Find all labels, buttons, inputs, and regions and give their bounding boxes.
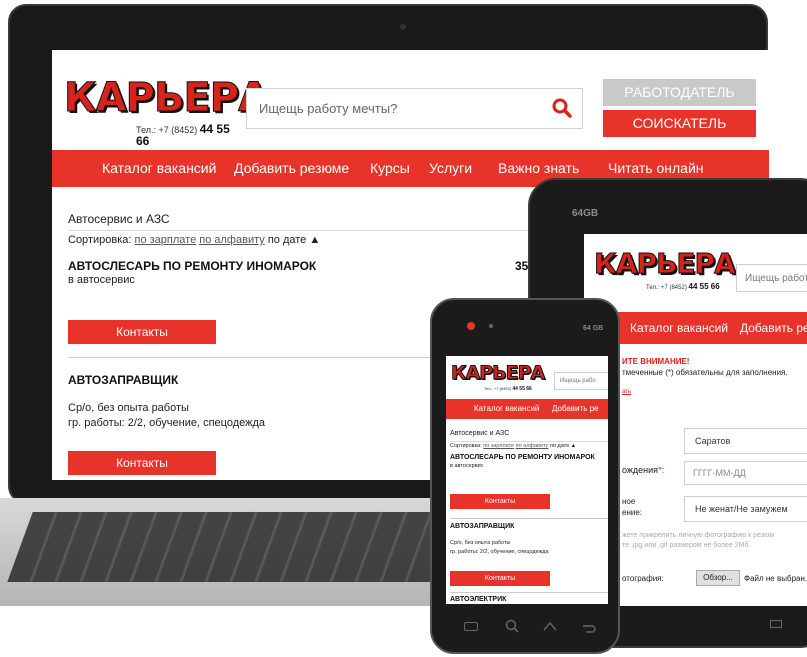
phone-job-line-2a: Ср/о, без опыта работы: [450, 540, 511, 546]
browse-button[interactable]: Обзор...: [696, 570, 740, 586]
tablet-logo[interactable]: КАРЬЕРА: [594, 249, 737, 278]
nav-item-add-resume[interactable]: Добавить резюме: [234, 160, 349, 176]
search-icon[interactable]: [552, 98, 572, 118]
job-title-1[interactable]: АВТОСЛЕСАРЬ ПО РЕМОНТУ ИНОМАРОК: [68, 259, 316, 273]
nav-item-catalog[interactable]: Каталог вакансий: [102, 160, 216, 176]
phone-job-subtitle-1: в автосервис: [450, 463, 484, 469]
laptop-camera: [400, 24, 406, 30]
phone-search-input[interactable]: Ищещь рабо: [554, 372, 608, 390]
job-line-2a: Ср/о, без опыта работы: [68, 402, 189, 414]
file-status: Файл не выбран.: [744, 574, 807, 583]
logo[interactable]: КАРЬЕРА Тел.: +7 (8452) 44 55 66: [63, 78, 269, 148]
photo-label: отография:: [622, 574, 664, 583]
nav-item-courses[interactable]: Курсы: [370, 160, 410, 176]
phone-screen: КАРЬЕРА Тел.: +7 (8452) 44 55 66 Ищещь р…: [446, 356, 608, 604]
phone-home-icon[interactable]: [542, 618, 558, 634]
birth-date-field[interactable]: ГГГГ-ММ-ДД: [684, 461, 807, 485]
phone-device: 64 GB КАРЬЕРА Тел.: +7 (8452) 44 55 66 И…: [430, 298, 620, 654]
photo-hint: жете прикрепить личную фотографию к резю…: [622, 532, 775, 549]
tablet-nav-add-resume[interactable]: Добавить рез: [740, 321, 807, 335]
sort-label: Сортировка:: [68, 234, 132, 246]
phone-contacts-button-2[interactable]: Контакты: [450, 571, 550, 586]
job-salary-1: 35: [515, 259, 529, 273]
sort-bar: Сортировка: по зарплате по алфавиту по д…: [68, 234, 320, 246]
phone-camera: [467, 322, 475, 330]
tablet-search-input[interactable]: Ищещь работу: [736, 264, 807, 292]
phone-job-divider-1: [450, 518, 608, 519]
search-input[interactable]: Ищещь работу мечты?: [246, 88, 583, 129]
city-field[interactable]: Саратов: [684, 428, 807, 454]
phone-category-divider: [450, 441, 608, 442]
employer-button[interactable]: РАБОТОДАТЕЛЬ: [603, 79, 756, 106]
notice-link[interactable]: ать: [622, 389, 631, 395]
phone-job-title-1[interactable]: АВТОСЛЕСАРЬ ПО РЕМОНТУ ИНОМАРОК: [450, 454, 595, 461]
phone-job-divider-2: [450, 592, 608, 593]
phone-job-line-2b: гр. работы: 2/2, обучение, спецодежда: [450, 549, 549, 555]
nav-item-services[interactable]: Услуги: [429, 160, 472, 176]
category-divider: [68, 230, 548, 231]
seeker-button[interactable]: СОИСКАТЕЛЬ: [603, 110, 756, 137]
job-title-2[interactable]: АВТОЗАПРАВЩИК: [68, 373, 178, 387]
phone-sort-bar: Сортировка: по зарплате по алфавиту по д…: [450, 443, 577, 449]
phone-nav: Каталог вакансий Добавить ре: [446, 399, 608, 419]
phone-nav-catalog[interactable]: Каталог вакансий: [474, 404, 539, 413]
contacts-button-1[interactable]: Контакты: [68, 320, 216, 344]
sort-by-date[interactable]: по дате ▲: [268, 234, 320, 246]
logo-wordmark: КАРЬЕРА: [63, 75, 269, 121]
sort-by-alpha[interactable]: по алфавиту: [199, 234, 264, 246]
job-subtitle-1: в автосервис: [68, 274, 135, 286]
marital-status-select[interactable]: Не женат/Не замужем: [684, 496, 807, 522]
phone-menu-icon[interactable]: [464, 622, 478, 631]
tablet-home-icon[interactable]: [770, 620, 782, 628]
nav-item-read-online[interactable]: Читать онлайн: [608, 160, 704, 176]
phone-logo-phone: Тел.: +7 (8452) 44 55 66: [484, 386, 532, 392]
phone-contacts-button-1[interactable]: Контакты: [450, 494, 550, 509]
job-line-2b: гр. работы: 2/2, обучение, спецодежда: [68, 417, 266, 429]
tablet-label: 64GB: [572, 208, 599, 219]
notice-text: тмеченные (*) обязательны для заполнения…: [622, 368, 788, 377]
nav-item-important[interactable]: Важно знать: [498, 160, 579, 176]
phone-search-key-icon[interactable]: [504, 618, 520, 634]
contacts-button-2[interactable]: Контакты: [68, 451, 216, 475]
phone-category: Автосервис и АЗС: [450, 430, 510, 437]
phone-back-icon[interactable]: [580, 618, 596, 634]
marital-label: ное ение:: [622, 497, 643, 517]
category-title: Автосервис и АЗС: [68, 212, 170, 226]
phone-label: 64 GB: [583, 325, 604, 332]
sort-by-salary[interactable]: по зарплате: [135, 234, 197, 246]
phone-job-title-3[interactable]: АВТОЭЛЕКТРИК: [450, 596, 506, 603]
phone-speaker: [489, 324, 493, 328]
tablet-nav-catalog[interactable]: Каталог вакансий: [630, 321, 728, 335]
phone-nav-add-resume[interactable]: Добавить ре: [552, 404, 598, 413]
phone-logo[interactable]: КАРЬЕРА: [450, 363, 545, 383]
notice-title: ИТЕ ВНИМАНИЕ!: [622, 357, 690, 366]
birth-label: ождения*:: [622, 465, 665, 475]
tablet-logo-phone: Тел.: +7 (8452) 44 55 66: [646, 282, 720, 292]
phone-job-title-2[interactable]: АВТОЗАПРАВЩИК: [450, 523, 514, 530]
logo-phone: Тел.: +7 (8452) 44 55 66: [136, 122, 230, 148]
